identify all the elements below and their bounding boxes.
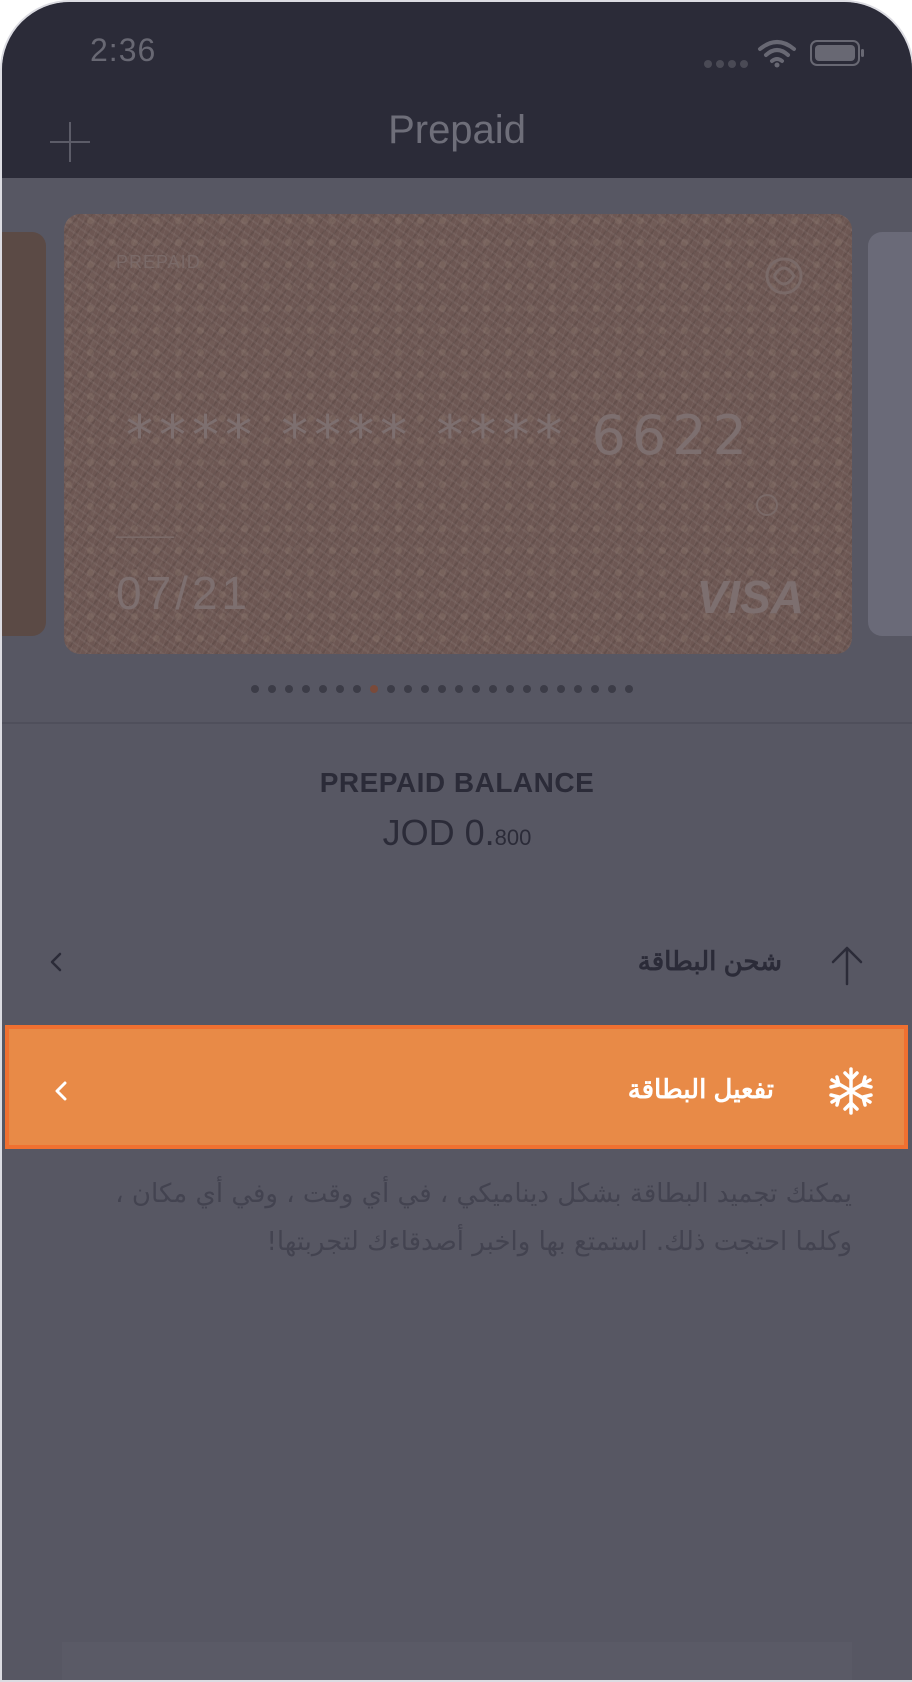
card-pager[interactable] [251, 685, 633, 695]
bottom-panel [62, 1642, 852, 1680]
pager-dot[interactable] [268, 685, 276, 693]
app-screen: 2:36 Prepaid PREPAID **** **** **** 6622… [0, 0, 912, 1682]
pager-dot[interactable] [574, 685, 582, 693]
pager-dot[interactable] [523, 685, 531, 693]
card-brand-logo: VISA [696, 571, 804, 623]
pager-dot[interactable] [557, 685, 565, 693]
arrow-up-icon [831, 946, 863, 986]
balance-value: JOD 0.800 [2, 812, 912, 854]
card-number: **** **** **** 6622 [126, 404, 753, 467]
pager-dot[interactable] [285, 685, 293, 693]
nav-bar: Prepaid [2, 102, 912, 178]
pager-dot[interactable] [506, 685, 514, 693]
pager-dot[interactable] [319, 685, 327, 693]
page-title: Prepaid [388, 108, 526, 152]
next-card[interactable] [868, 232, 912, 636]
pager-dot[interactable] [591, 685, 599, 693]
snowflake-icon [829, 1067, 873, 1115]
card-type-label: PREPAID [116, 252, 201, 272]
wifi-icon [758, 40, 796, 68]
previous-card[interactable] [2, 232, 46, 636]
pager-dot-active[interactable] [370, 685, 378, 693]
pager-dot[interactable] [251, 685, 259, 693]
pager-dot[interactable] [302, 685, 310, 693]
balance-decimals: 800 [494, 825, 532, 850]
chevron-left-icon [50, 952, 62, 972]
charge-card-label: شحن البطاقة [637, 946, 782, 976]
pager-dot[interactable] [608, 685, 616, 693]
freeze-description: يمكنك تجميد البطاقة بشكل ديناميكي ، في أ… [115, 1179, 852, 1257]
signal-icon [704, 55, 752, 73]
pager-dot[interactable] [387, 685, 395, 693]
balance-label: PREPAID BALANCE [319, 767, 595, 798]
pager-dot[interactable] [353, 685, 361, 693]
prepaid-card[interactable]: PREPAID **** **** **** 6622 ـــــــــــ … [64, 214, 852, 654]
chevron-left-icon [55, 1081, 67, 1101]
pager-dot[interactable] [540, 685, 548, 693]
card-expiry: 07/21 [116, 567, 252, 619]
pager-dot[interactable] [472, 685, 480, 693]
card-dot-icon [756, 494, 778, 516]
battery-icon [810, 40, 864, 66]
pager-dot[interactable] [404, 685, 412, 693]
pager-dot[interactable] [336, 685, 344, 693]
status-time: 2:36 [90, 32, 157, 68]
status-bar: 2:36 [2, 2, 912, 102]
pager-dot[interactable] [455, 685, 463, 693]
pager-dot[interactable] [421, 685, 429, 693]
card-holder: ـــــــــــ [116, 522, 175, 542]
balance-amount: JOD 0. [382, 812, 495, 853]
bank-logo-icon [765, 257, 803, 295]
pager-dot[interactable] [489, 685, 497, 693]
pager-dot[interactable] [438, 685, 446, 693]
activate-card-row[interactable]: تفعيل البطاقة [5, 1025, 908, 1149]
activate-card-label: تفعيل البطاقة [627, 1074, 774, 1104]
pager-dot[interactable] [625, 685, 633, 693]
charge-card-row[interactable]: شحن البطاقة [2, 922, 912, 1002]
divider [2, 722, 912, 724]
